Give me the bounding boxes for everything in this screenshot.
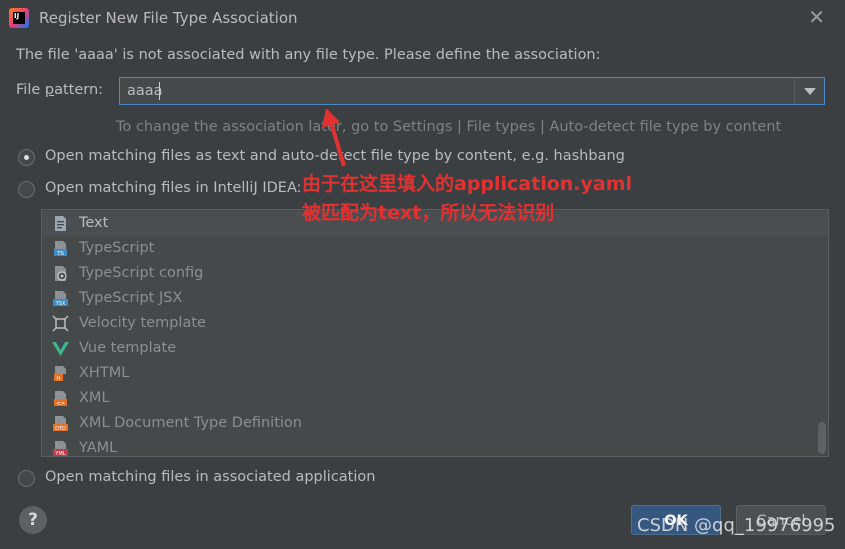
csdn-watermark: CSDN @qq_19976995 <box>637 515 836 536</box>
annotation-line-2: 被匹配为text，所以无法识别 <box>302 202 555 224</box>
annotation-line-1: 由于在这里填入的application.yaml <box>302 173 633 195</box>
annotation-arrow <box>322 108 346 167</box>
